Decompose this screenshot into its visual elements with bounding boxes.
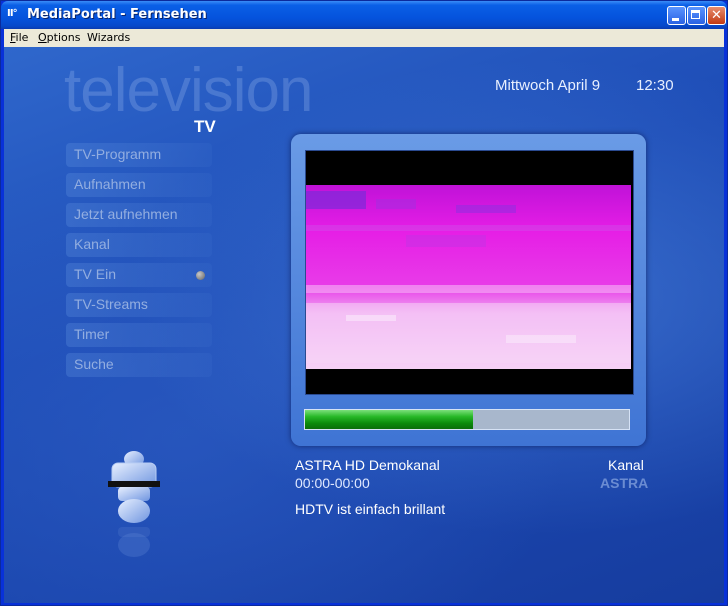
sidebar-item-label: Kanal <box>74 236 110 252</box>
tv-status-indicator-icon <box>196 271 205 280</box>
sidebar-item-jetzt-aufnehmen[interactable]: Jetzt aufnehmen <box>66 203 212 227</box>
sidebar-item-kanal[interactable]: Kanal <box>66 233 212 257</box>
close-button[interactable]: ✕ <box>707 6 726 25</box>
mediaportal-mascot-icon <box>108 451 160 557</box>
sidebar-item-suche[interactable]: Suche <box>66 353 212 377</box>
sidebar-item-label: TV Ein <box>74 266 117 282</box>
sidebar-item-label: TV-Streams <box>74 296 148 312</box>
sidebar-item-tv-ein[interactable]: TV Ein <box>66 263 212 287</box>
application-window: Ⅱ° MediaPortal - Fernsehen ✕ File Option… <box>0 0 728 606</box>
channel-logo: ASTRA <box>600 475 649 491</box>
menu-bar: File Options Wizards <box>4 29 724 47</box>
time-display: 12:30 <box>636 77 674 94</box>
sidebar-item-label: Suche <box>74 356 114 372</box>
minimize-icon <box>672 18 679 21</box>
menu-options[interactable]: Options <box>38 31 80 44</box>
sidebar-item-timer[interactable]: Timer <box>66 323 212 347</box>
playback-progress-fill <box>305 410 474 429</box>
tv-preview-panel <box>291 134 646 446</box>
tv-preview-screen[interactable] <box>305 150 634 395</box>
sidebar-item-label: TV-Programm <box>74 146 162 162</box>
minimize-button[interactable] <box>667 6 686 25</box>
tv-video-image <box>306 185 631 369</box>
channel-name: ASTRA HD Demokanal <box>295 457 440 473</box>
window-title: MediaPortal - Fernsehen <box>27 7 207 22</box>
mediaportal-app-icon: Ⅱ° <box>7 8 18 19</box>
sidebar-item-label: Aufnahmen <box>74 176 146 192</box>
background-watermark-text: television <box>64 56 313 125</box>
program-time-range: 00:00-00:00 <box>295 475 370 491</box>
sidebar-item-label: Timer <box>74 326 110 342</box>
maximize-button[interactable] <box>687 6 706 25</box>
close-icon: ✕ <box>711 8 722 23</box>
sidebar-item-label: Jetzt aufnehmen <box>74 206 178 222</box>
menu-file[interactable]: File <box>10 31 28 44</box>
sidebar-item-aufnahmen[interactable]: Aufnahmen <box>66 173 212 197</box>
sidebar-item-tv-streams[interactable]: TV-Streams <box>66 293 212 317</box>
playback-progress-bar <box>304 409 630 430</box>
menu-wizards[interactable]: Wizards <box>87 31 130 44</box>
main-content: television TV Mittwoch April 9 12:30 TV-… <box>4 47 724 603</box>
page-title: TV <box>194 117 216 136</box>
maximize-icon <box>691 10 700 19</box>
program-description: HDTV ist einfach brillant <box>295 501 446 517</box>
channel-label: Kanal <box>608 457 644 473</box>
title-bar[interactable]: Ⅱ° MediaPortal - Fernsehen ✕ <box>1 1 727 29</box>
sidebar-item-tv-programm[interactable]: TV-Programm <box>66 143 212 167</box>
date-display: Mittwoch April 9 <box>495 77 601 94</box>
